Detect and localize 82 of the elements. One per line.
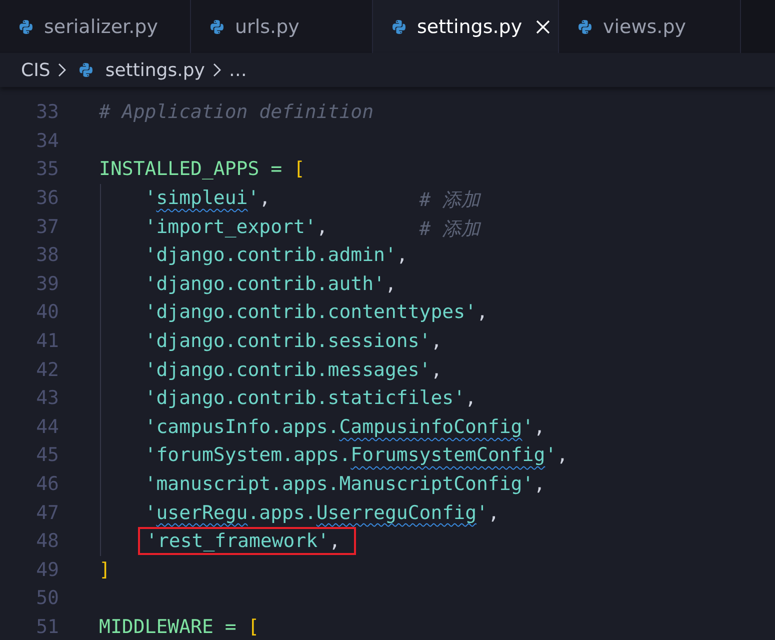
editor-tab[interactable]: views.py [559,0,741,53]
code-keyword: MIDDLEWARE = [99,616,236,638]
code-string: ' [476,502,488,524]
code-string: 'campusInfo.apps. [144,416,340,438]
line-number: 42 [35,358,59,381]
python-icon [18,18,34,34]
python-icon [577,18,593,34]
code-string: ' [144,187,156,210]
code-string-warning: userRegu [156,502,248,524]
line-number: 38 [35,244,59,266]
code-string: .apps. [248,502,316,524]
code-string: 'manuscript.apps.ManuscriptConfig' [144,473,534,496]
code-string: 'django.contrib.auth' [144,272,385,295]
breadcrumb-more[interactable]: … [228,60,247,80]
code-punctuation: , [430,358,442,381]
code-string: 'import_export' [144,216,316,238]
code-punctuation: , [476,301,488,324]
code-punctuation: , [465,387,476,410]
code-comment: # 添加 [419,216,480,242]
breadcrumb-folder[interactable]: CIS [21,60,50,80]
editor-tab[interactable]: settings.py [373,0,559,53]
code-punctuation: , [329,530,340,552]
code-string: ' [144,502,156,524]
code-punctuation: , [396,244,408,266]
tab-label: urls.py [235,16,300,38]
editor-tab[interactable]: serializer.py [0,0,191,53]
tab-label: views.py [603,16,686,38]
code-string-warning: ForumsystemConfig [350,444,546,466]
line-number: 35 [35,158,59,180]
chevron-icon [58,63,66,77]
code-punctuation: , [534,473,546,496]
line-number: 43 [35,387,59,410]
code-punctuation: , [488,502,500,524]
code-bracket: [ [293,158,305,180]
editor-tab[interactable]: urls.py [191,0,373,53]
line-number: 36 [35,187,59,210]
code-string-warning: UserreguConfig [316,502,477,524]
code-bracket: [ [248,616,260,638]
code-keyword: INSTALLED_APPS = [99,158,282,180]
python-icon [209,18,225,34]
code-string-warning: simpleui [156,187,248,210]
code-punctuation: , [430,330,442,352]
close-icon[interactable] [536,20,550,34]
code-punctuation: , [316,216,328,238]
code-bracket: ] [99,558,110,581]
code-string: 'django.contrib.sessions' [144,330,431,352]
code-string: 'forumSystem.apps. [144,444,351,466]
line-number: 47 [35,502,59,524]
chevron-icon [212,63,221,77]
line-number: 48 [35,530,59,552]
python-icon [391,18,407,34]
code-punctuation: , [556,444,568,466]
breadcrumb-file[interactable]: settings.py [105,60,205,80]
code-string: ' [248,187,260,210]
code-punctuation: , [384,272,396,295]
line-number: 41 [35,330,59,352]
line-number: 44 [35,416,59,438]
line-number: 37 [35,216,59,238]
line-number: 49 [35,558,59,581]
code-string: 'django.contrib.contenttypes' [144,301,476,324]
line-number: 40 [35,301,59,324]
code-string: 'django.contrib.admin' [144,244,396,266]
line-number: 39 [35,272,59,295]
code-comment: # 添加 [419,188,480,214]
code-punctuation: , [259,187,271,210]
line-number: 34 [35,130,59,152]
code-string: 'django.contrib.messages' [144,358,431,381]
code-string: ' [545,444,557,466]
python-icon [78,62,94,78]
line-number: 51 [35,616,59,638]
tab-label: serializer.py [44,16,158,38]
code-string: 'django.contrib.staticfiles' [144,387,466,410]
code-comment: # Application definition [99,101,374,124]
code-string: ' [522,416,534,438]
line-number: 46 [35,473,59,496]
code-string: 'rest_framework' [146,530,330,552]
code-string-warning: CampusinfoConfig [339,416,522,438]
tab-label: settings.py [417,16,522,38]
line-number: 45 [35,444,59,466]
code-punctuation: , [534,416,546,438]
line-number: 33 [35,101,59,124]
line-number: 50 [35,587,59,610]
